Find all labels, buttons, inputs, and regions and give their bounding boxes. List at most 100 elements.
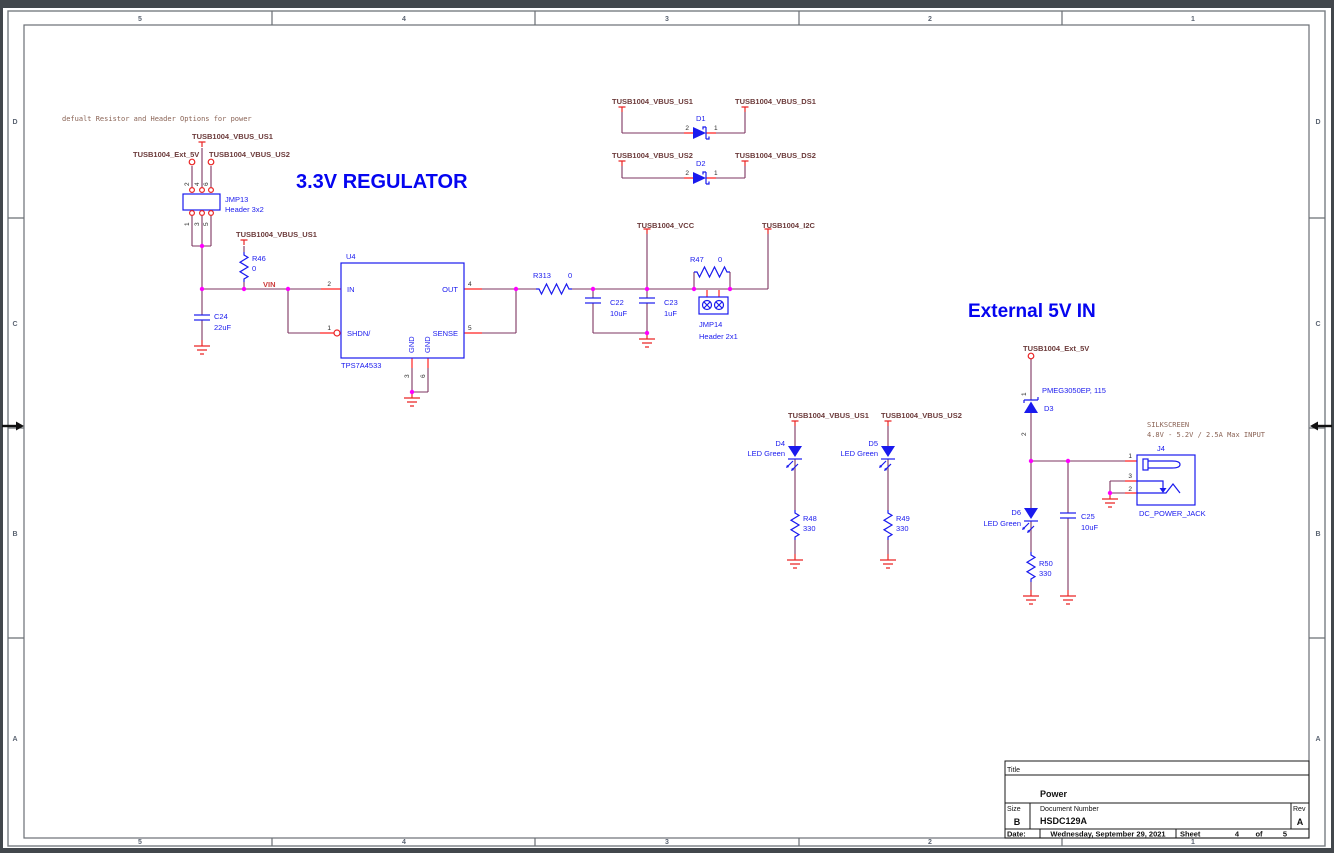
u4-pin-1: 1	[327, 325, 331, 332]
titleblock-sheet-total: 5	[1283, 830, 1287, 839]
titleblock-date-label: Date:	[1007, 830, 1026, 839]
titleblock-date: Wednesday, September 29, 2021	[1050, 830, 1165, 839]
net-label-i2c: TUSB1004_I2C	[762, 221, 816, 230]
r47-value: 0	[718, 255, 722, 264]
net-label-vbus-ds1-d1: TUSB1004_VBUS_DS1	[735, 97, 816, 106]
c24-value: 22uF	[214, 323, 232, 332]
silkscreen-line1: SILKSCREEN	[1147, 421, 1189, 429]
net-label-vbus-us1-jmp: TUSB1004_VBUS_US1	[192, 132, 273, 141]
u4-pin-sense-label: SENSE	[433, 329, 458, 338]
zone-col-4-bottom: 4	[402, 839, 406, 846]
titleblock-rev: A	[1297, 817, 1304, 827]
d2-pin-2: 2	[685, 170, 689, 177]
zone-row-d-right: D	[1315, 119, 1320, 126]
u4-pin-gnd2-label: GND	[423, 336, 432, 353]
zone-row-a-right: A	[1315, 736, 1320, 743]
titleblock-doc-label: Document Number	[1040, 806, 1099, 813]
design-note: defualt Resistor and Header Options for …	[62, 115, 252, 123]
titleblock-title: Power	[1040, 789, 1068, 799]
d3-pin-2: 2	[1021, 432, 1028, 436]
titleblock-title-label: Title	[1007, 767, 1020, 774]
titleblock-size-label: Size	[1007, 806, 1021, 813]
d3-part: PMEG3050EP, 115	[1042, 386, 1106, 395]
d6-ref: D6	[1011, 508, 1021, 517]
d5-ref: D5	[868, 439, 878, 448]
r50-ref: R50	[1039, 559, 1053, 568]
j4-pin-2: 2	[1128, 486, 1132, 493]
jmp13-pin-3: 3	[194, 222, 201, 226]
c23-value: 1uF	[664, 309, 677, 318]
jmp13-value: Header 3x2	[225, 205, 264, 214]
r313-value: 0	[568, 271, 572, 280]
u4-pin-shdn-label: SHDN/	[347, 329, 371, 338]
r48-value: 330	[803, 524, 816, 533]
section-title-external-5v: External 5V IN	[968, 301, 1096, 322]
r49-ref: R49	[896, 514, 910, 523]
d2-ref: D2	[696, 159, 706, 168]
c22-ref: C22	[610, 298, 624, 307]
zone-col-3-top: 3	[665, 16, 669, 23]
j4-pin-1: 1	[1128, 453, 1132, 460]
d6-value: LED Green	[983, 519, 1021, 528]
j4-pin-3: 3	[1128, 473, 1132, 480]
r47-ref: R47	[690, 255, 704, 264]
jmp13-pin-2: 2	[184, 182, 191, 186]
net-label-vbus-us2-d2: TUSB1004_VBUS_US2	[612, 151, 693, 160]
c25-value: 10uF	[1081, 523, 1099, 532]
schematic-canvas: 5 4 3 2 1 5 4 3 2 1 D C B A D C B A defu…	[0, 0, 1334, 853]
d2-pin-1: 1	[714, 170, 718, 177]
zone-row-b-left: B	[12, 531, 17, 538]
zone-row-c-left: C	[12, 321, 17, 328]
zone-col-5-bottom: 5	[138, 839, 142, 846]
u4-pin-5: 5	[468, 325, 472, 332]
titleblock-size: B	[1014, 817, 1021, 827]
zone-col-2-bottom: 2	[928, 839, 932, 846]
j4-ref: J4	[1157, 444, 1165, 453]
jmp14-value: Header 2x1	[699, 332, 738, 341]
c22-value: 10uF	[610, 309, 628, 318]
d1-ref: D1	[696, 114, 706, 123]
d3-ref: D3	[1044, 404, 1054, 413]
jmp13-pin-4: 4	[194, 182, 201, 186]
zone-row-a-left: A	[12, 736, 17, 743]
zone-col-2-top: 2	[928, 16, 932, 23]
r50-value: 330	[1039, 569, 1052, 578]
zone-row-d-left: D	[12, 119, 17, 126]
jmp14-ref: JMP14	[699, 320, 722, 329]
u4-pin-in-label: IN	[347, 285, 355, 294]
zone-col-4-top: 4	[402, 16, 406, 23]
net-label-vbus-us2-d5: TUSB1004_VBUS_US2	[881, 411, 962, 420]
d4-ref: D4	[775, 439, 785, 448]
r49-value: 330	[896, 524, 909, 533]
net-label-vbus-us1-d1: TUSB1004_VBUS_US1	[612, 97, 693, 106]
net-label-ext5v-d3: TUSB1004_Ext_5V	[1023, 344, 1089, 353]
titleblock-sheet-label: Sheet	[1180, 830, 1201, 839]
zone-col-1-bottom: 1	[1191, 839, 1195, 846]
u4-ref: U4	[346, 252, 356, 261]
net-label-vin: VIN	[263, 280, 276, 289]
r46-value: 0	[252, 264, 256, 273]
r48-ref: R48	[803, 514, 817, 523]
u4-pin-3: 3	[404, 374, 411, 378]
d1-pin-2: 2	[685, 125, 689, 132]
net-label-vcc: TUSB1004_VCC	[637, 221, 695, 230]
u4-pin-out-label: OUT	[442, 285, 458, 294]
zone-row-b-right: B	[1315, 531, 1320, 538]
net-label-vbus-ds2-d2: TUSB1004_VBUS_DS2	[735, 151, 816, 160]
j4-value: DC_POWER_JACK	[1139, 509, 1206, 518]
r313-ref: R313	[533, 271, 551, 280]
zone-col-1-top: 1	[1191, 16, 1195, 23]
jmp13-pin-6: 6	[203, 182, 210, 186]
net-label-vbus-us1-d4: TUSB1004_VBUS_US1	[788, 411, 869, 420]
r46-ref: R46	[252, 254, 266, 263]
schematic-page: 5 4 3 2 1 5 4 3 2 1 D C B A D C B A defu…	[0, 0, 1334, 853]
c23-ref: C23	[664, 298, 678, 307]
section-title-regulator: 3.3V REGULATOR	[296, 171, 468, 193]
c24-ref: C24	[214, 312, 228, 321]
jmp13-pin-5: 5	[203, 222, 210, 226]
silkscreen-line2: 4.8V - 5.2V / 2.5A Max INPUT	[1147, 431, 1266, 439]
u4-pin-6: 6	[420, 374, 427, 378]
jmp13-ref: JMP13	[225, 195, 248, 204]
c25-ref: C25	[1081, 512, 1095, 521]
d5-value: LED Green	[840, 449, 878, 458]
